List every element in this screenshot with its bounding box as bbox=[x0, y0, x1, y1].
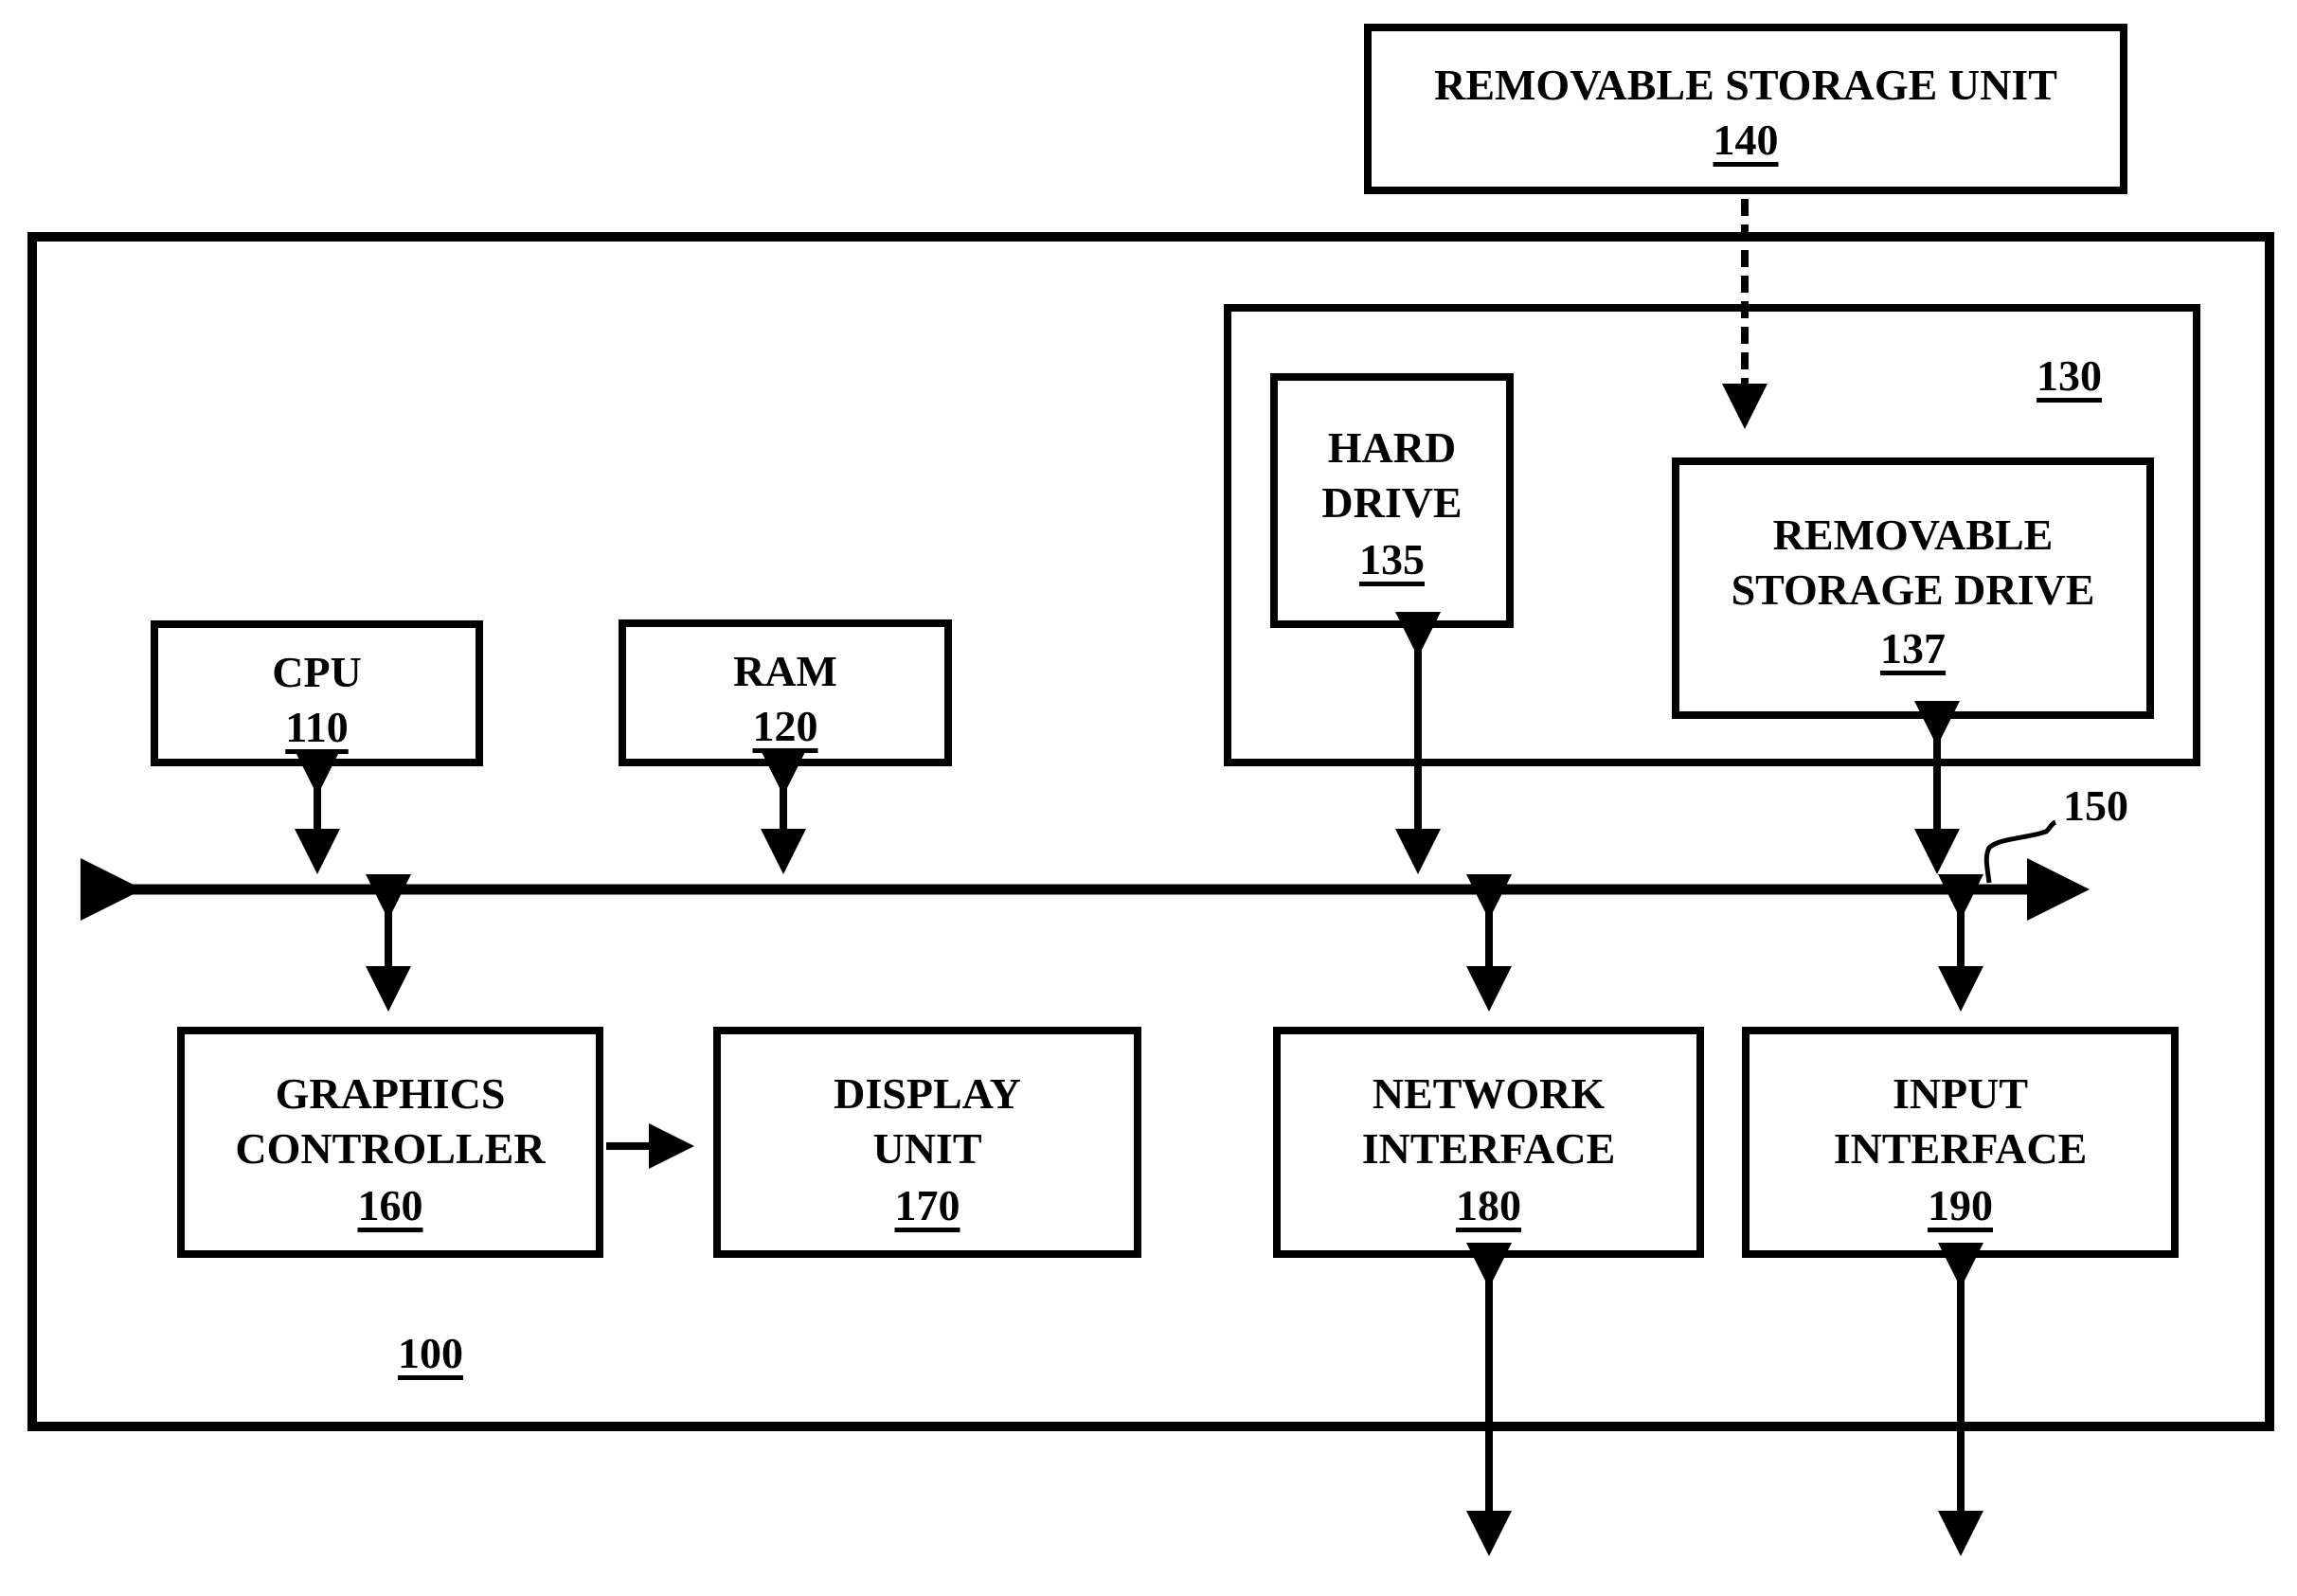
cpu-block: CPU 110 bbox=[151, 620, 483, 766]
display-unit-ref: 170 bbox=[894, 1181, 960, 1229]
input-interface-line1: INPUT bbox=[1892, 1069, 2029, 1118]
storage-group-ref: 130 bbox=[2037, 351, 2102, 400]
removable-storage-drive-block: REMOVABLE STORAGE DRIVE 137 bbox=[1672, 457, 2154, 719]
cpu-ref: 110 bbox=[285, 703, 349, 751]
removable-storage-unit-block: REMOVABLE STORAGE UNIT 140 bbox=[1364, 24, 2127, 194]
ram-ref: 120 bbox=[752, 702, 818, 750]
input-interface-line2: INTERFACE bbox=[1833, 1124, 2088, 1173]
hard-drive-line1: HARD bbox=[1327, 423, 1457, 472]
ram-title: RAM bbox=[733, 647, 837, 695]
system-ref: 100 bbox=[398, 1329, 463, 1377]
display-unit-line2: UNIT bbox=[872, 1124, 982, 1173]
removable-storage-unit-ref: 140 bbox=[1713, 116, 1779, 164]
graphics-controller-line1: GRAPHICS bbox=[275, 1069, 506, 1118]
input-interface-ref: 190 bbox=[1928, 1181, 1993, 1229]
cpu-title: CPU bbox=[272, 648, 362, 696]
removable-storage-drive-line2: STORAGE DRIVE bbox=[1731, 565, 2095, 614]
graphics-controller-ref: 160 bbox=[357, 1181, 423, 1229]
removable-storage-drive-line1: REMOVABLE bbox=[1772, 511, 2054, 559]
hard-drive-ref: 135 bbox=[1359, 535, 1425, 583]
display-unit-line1: DISPLAY bbox=[834, 1069, 1021, 1118]
removable-storage-drive-ref: 137 bbox=[1880, 624, 1946, 672]
hard-drive-block: HARD DRIVE 135 bbox=[1270, 373, 1514, 628]
hard-drive-line2: DRIVE bbox=[1321, 478, 1463, 527]
network-interface-block: NETWORK INTERFACE 180 bbox=[1273, 1027, 1704, 1258]
bus-ref: 150 bbox=[2063, 781, 2128, 830]
input-interface-block: INPUT INTERFACE 190 bbox=[1742, 1027, 2179, 1258]
graphics-controller-block: GRAPHICS CONTROLLER 160 bbox=[177, 1027, 603, 1258]
network-interface-line1: NETWORK bbox=[1372, 1069, 1606, 1118]
display-unit-block: DISPLAY UNIT 170 bbox=[713, 1027, 1141, 1258]
network-interface-ref: 180 bbox=[1456, 1181, 1521, 1229]
ram-block: RAM 120 bbox=[619, 619, 952, 766]
removable-storage-unit-title: REMOVABLE STORAGE UNIT bbox=[1434, 61, 2057, 109]
network-interface-line2: INTERFACE bbox=[1361, 1124, 1616, 1173]
graphics-controller-line2: CONTROLLER bbox=[235, 1124, 546, 1173]
